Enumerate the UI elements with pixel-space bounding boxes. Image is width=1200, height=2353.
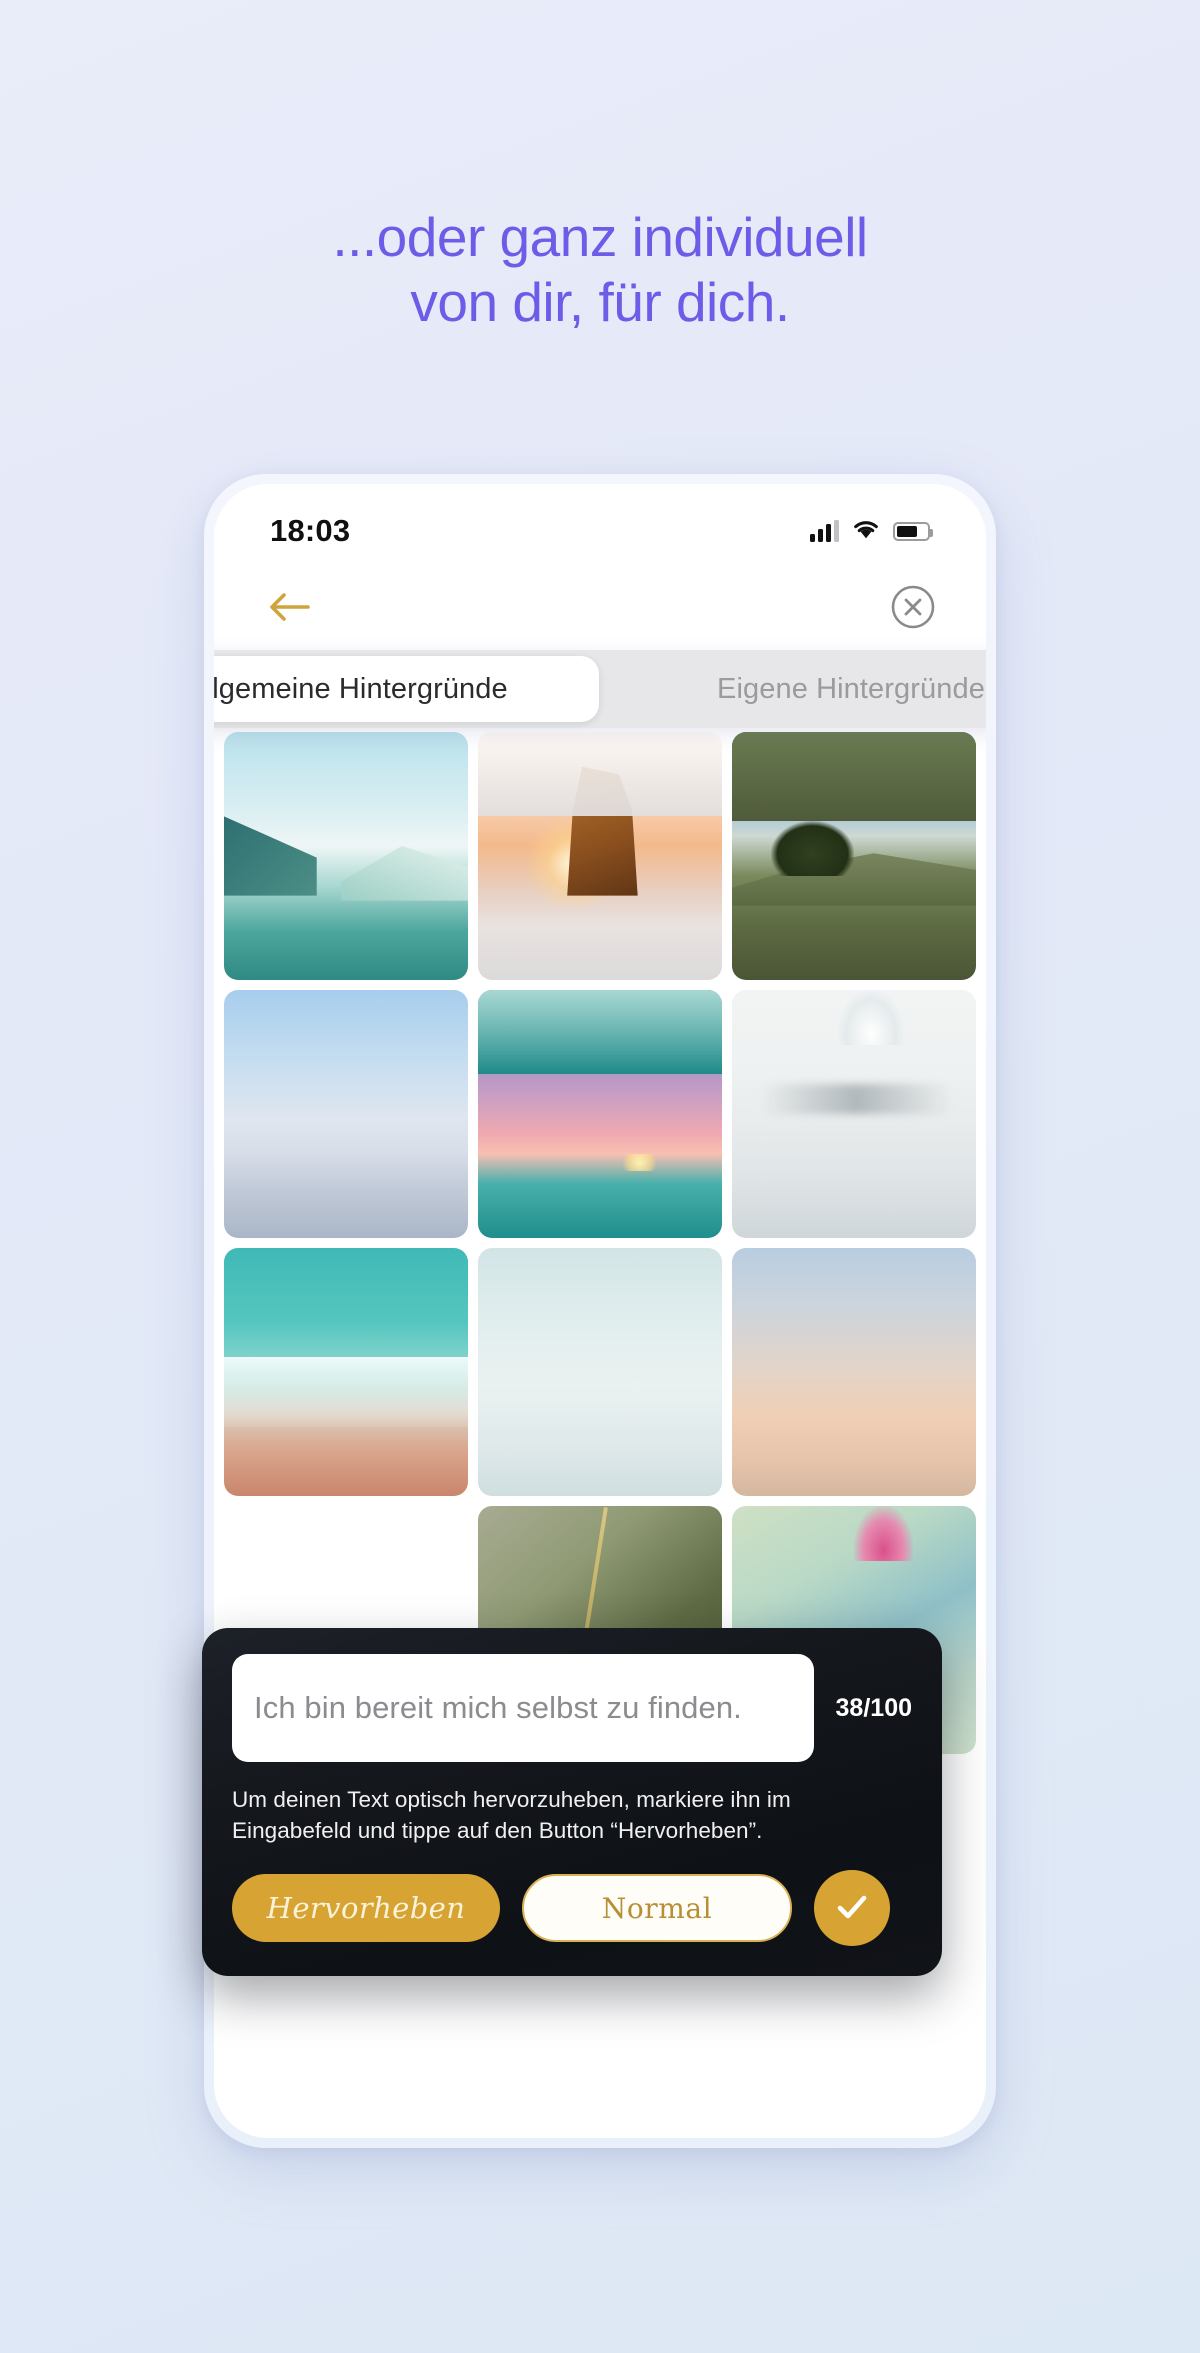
close-button[interactable] xyxy=(890,584,936,635)
wallpaper-tile-turquoise-beach[interactable] xyxy=(224,1248,468,1496)
wallpaper-tile-hillside[interactable] xyxy=(732,732,976,980)
status-bar: 18:03 xyxy=(214,484,986,568)
checkmark-icon xyxy=(831,1886,873,1931)
text-entry-modal: Ich bin bereit mich selbst zu finden. 38… xyxy=(202,1628,942,1977)
background-tabs: Allgemeine Hintergründe Eigene Hintergrü… xyxy=(214,650,986,728)
tab-label: Allgemeine Hintergründe xyxy=(214,672,508,705)
wallpaper-tile-sunset-rock[interactable] xyxy=(478,732,722,980)
status-bar-icons xyxy=(810,518,933,544)
close-circle-icon xyxy=(890,584,936,635)
tab-allgemeine-hintergruende[interactable]: Allgemeine Hintergründe xyxy=(214,656,599,722)
highlight-button[interactable]: Hervorheben xyxy=(232,1874,500,1943)
back-button[interactable] xyxy=(264,583,316,635)
modal-actions: Hervorheben Normal xyxy=(232,1870,912,1947)
confirm-button[interactable] xyxy=(814,1870,890,1947)
character-counter: 38/100 xyxy=(835,1693,912,1722)
battery-icon xyxy=(893,521,933,541)
wallpaper-tile-peach-gradient[interactable] xyxy=(732,1248,976,1496)
tab-label: Eigene Hintergründe xyxy=(717,672,985,705)
wifi-icon xyxy=(852,518,880,544)
page-title-line-2: von dir, für dich. xyxy=(410,270,790,333)
status-bar-time: 18:03 xyxy=(270,513,351,548)
nav-bar xyxy=(214,568,986,650)
wallpaper-tile-pale-ice[interactable] xyxy=(478,1248,722,1496)
wallpaper-tile-calm-sea[interactable] xyxy=(224,990,468,1238)
normal-button[interactable]: Normal xyxy=(522,1874,792,1943)
modal-hint-text: Um deinen Text optisch hervorzuheben, ma… xyxy=(232,1787,791,1844)
page-title: ...oder ganz individuell von dir, für di… xyxy=(0,205,1200,335)
page-title-line-1: ...oder ganz individuell xyxy=(332,206,868,268)
back-arrow-icon xyxy=(268,590,312,629)
tab-eigene-hintergruende[interactable]: Eigene Hintergründe xyxy=(599,656,986,722)
cellular-signal-icon xyxy=(810,520,839,542)
wallpaper-tile-misty-lake[interactable] xyxy=(732,990,976,1238)
affirmation-text-input[interactable]: Ich bin bereit mich selbst zu finden. xyxy=(232,1654,814,1762)
wallpaper-tile-mountain-lake[interactable] xyxy=(224,732,468,980)
modal-input-row: Ich bin bereit mich selbst zu finden. 38… xyxy=(232,1654,912,1762)
wallpaper-tile-dusk-waves[interactable] xyxy=(478,990,722,1238)
